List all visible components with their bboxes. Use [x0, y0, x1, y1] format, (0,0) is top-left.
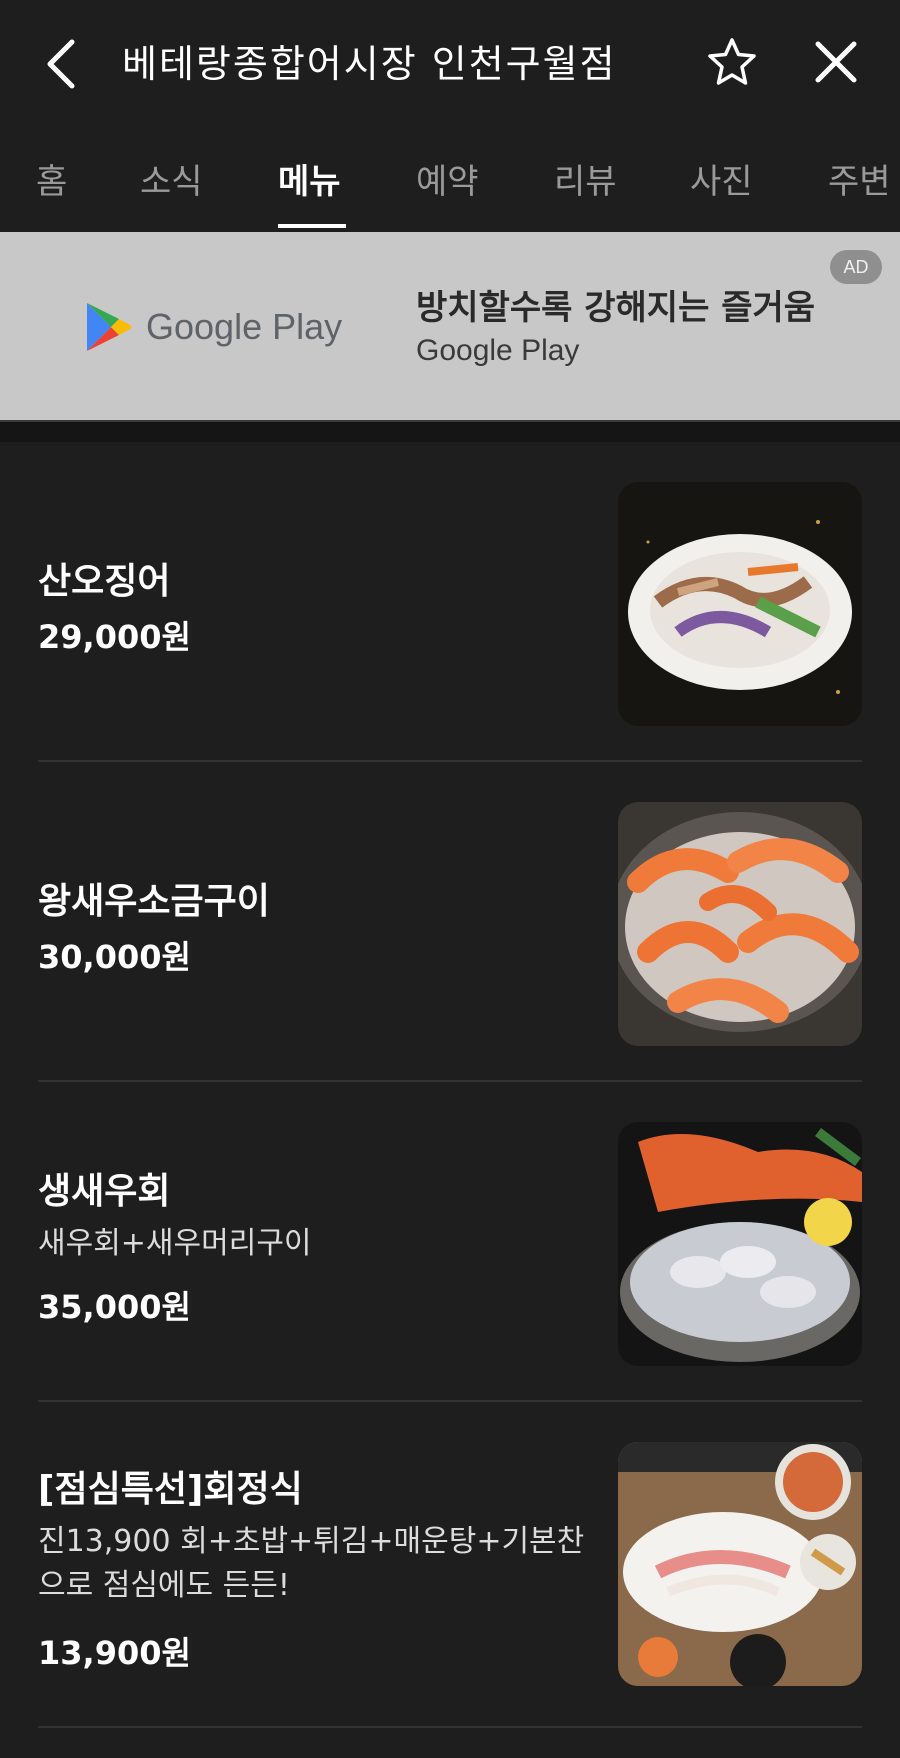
menu-item-name: 왕새우소금구이 [38, 881, 270, 922]
top-bar: 베테랑종합어시장 인천구월점 [0, 0, 900, 126]
active-tab-indicator [278, 224, 346, 228]
menu-item-name: 생새우회 [38, 1171, 171, 1212]
tab-home[interactable]: 홈 [36, 154, 67, 203]
section-gap [0, 422, 900, 442]
menu-item-description: 새우회+새우머리구이 [38, 1226, 312, 1261]
star-icon[interactable] [706, 36, 758, 88]
ad-title: 방치할수록 강해지는 즐거움 [416, 288, 816, 328]
item-divider [38, 1726, 862, 1728]
page-title: 베테랑종합어시장 인천구월점 [122, 42, 617, 86]
google-play-logo-icon [84, 300, 134, 354]
menu-item-photo[interactable] [618, 482, 862, 726]
close-icon[interactable] [812, 38, 860, 86]
menu-item-description: 진13,900 회+초밥+튀김+매운탕+기본찬으로 점심에도 든든! [38, 1524, 585, 1603]
menu-item[interactable]: [점심특선]회정식 진13,900 회+초밥+튀김+매운탕+기본찬으로 점심에도… [38, 1402, 862, 1728]
tab-nearby[interactable]: 주변 [828, 154, 891, 203]
menu-item-price: 30,000원 [38, 938, 191, 976]
back-arrow-icon[interactable] [40, 34, 84, 94]
ad-subtitle: Google Play [416, 334, 580, 367]
menu-item[interactable]: 생새우회 새우회+새우머리구이 35,000원 [38, 1082, 862, 1402]
tab-photos[interactable]: 사진 [690, 154, 753, 203]
ad-logo-text: Google Play [146, 306, 343, 347]
menu-item-photo[interactable] [618, 1122, 862, 1366]
tab-menu[interactable]: 메뉴 [278, 154, 341, 203]
menu-item-photo[interactable] [618, 802, 862, 1046]
menu-item-price: 13,900원 [38, 1634, 191, 1672]
ad-badge: AD [830, 250, 882, 284]
tab-news[interactable]: 소식 [140, 154, 203, 203]
menu-item-price: 35,000원 [38, 1288, 191, 1326]
menu-item-name: [점심특선]회정식 [38, 1469, 303, 1510]
tab-bar: 홈 소식 메뉴 예약 리뷰 사진 주변 [0, 126, 900, 234]
tab-reviews[interactable]: 리뷰 [554, 154, 617, 203]
tab-reservation[interactable]: 예약 [416, 154, 479, 203]
menu-item[interactable]: 왕새우소금구이 30,000원 [38, 762, 862, 1082]
menu-item-photo[interactable] [618, 1442, 862, 1686]
menu-item-name: 산오징어 [38, 561, 171, 602]
menu-item-price: 29,000원 [38, 618, 191, 656]
menu-item[interactable]: 산오징어 29,000원 [38, 442, 862, 762]
